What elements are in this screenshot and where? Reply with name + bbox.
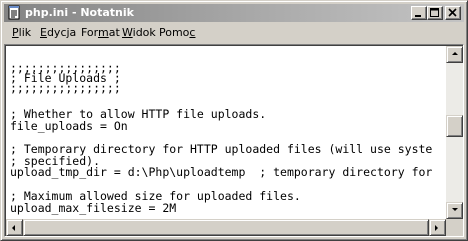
close-button[interactable] <box>445 6 461 20</box>
minimize-button[interactable] <box>411 6 427 20</box>
menu-format[interactable]: Format <box>81 26 120 40</box>
arrow-right-icon <box>435 225 438 231</box>
minimize-icon <box>415 15 421 17</box>
scrollbar-corner <box>446 219 463 236</box>
maximize-button[interactable] <box>427 6 443 20</box>
notepad-window: php.ini - Notatnik Plik Edycja Format Wi… <box>0 0 468 241</box>
close-icon <box>448 8 457 17</box>
editor-line: upload_max_filesize = 2M <box>10 201 177 215</box>
vertical-scroll-thumb[interactable] <box>446 115 463 137</box>
title-bar[interactable]: php.ini - Notatnik <box>4 4 464 22</box>
scroll-down-button[interactable] <box>446 202 463 219</box>
editor-line: upload_tmp_dir = d:\Php\uploadtemp ; tem… <box>10 165 433 179</box>
arrow-up-icon <box>452 52 458 55</box>
menu-help[interactable]: Pomoc <box>159 26 195 40</box>
menu-edit[interactable]: Edycja <box>40 26 76 40</box>
client-area: ;;;;;;;;;;;;;;;; ; File Uploads ; ;;;;;;… <box>4 44 464 237</box>
editor-line: file_uploads = On <box>10 119 128 133</box>
menu-bar: Plik Edycja Format Widok Pomoc <box>4 23 464 42</box>
arrow-left-icon <box>12 225 15 231</box>
menu-view[interactable]: Widok <box>122 26 156 40</box>
scroll-right-button[interactable] <box>429 219 446 236</box>
client-inner: ;;;;;;;;;;;;;;;; ; File Uploads ; ;;;;;;… <box>5 45 463 236</box>
scroll-left-button[interactable] <box>6 219 23 236</box>
maximize-icon <box>430 8 439 17</box>
scroll-up-button[interactable] <box>446 46 463 63</box>
horizontal-scroll-thumb[interactable] <box>23 219 429 236</box>
arrow-down-icon <box>452 208 458 211</box>
window-title: php.ini - Notatnik <box>25 6 134 19</box>
editor-line: ;;;;;;;;;;;;;;;; <box>10 81 121 95</box>
horizontal-scrollbar[interactable] <box>6 219 446 236</box>
vertical-scrollbar[interactable] <box>446 46 463 219</box>
notepad-icon <box>8 5 20 20</box>
text-editor[interactable]: ;;;;;;;;;;;;;;;; ; File Uploads ; ;;;;;;… <box>6 46 446 219</box>
menu-file[interactable]: Plik <box>12 26 31 40</box>
